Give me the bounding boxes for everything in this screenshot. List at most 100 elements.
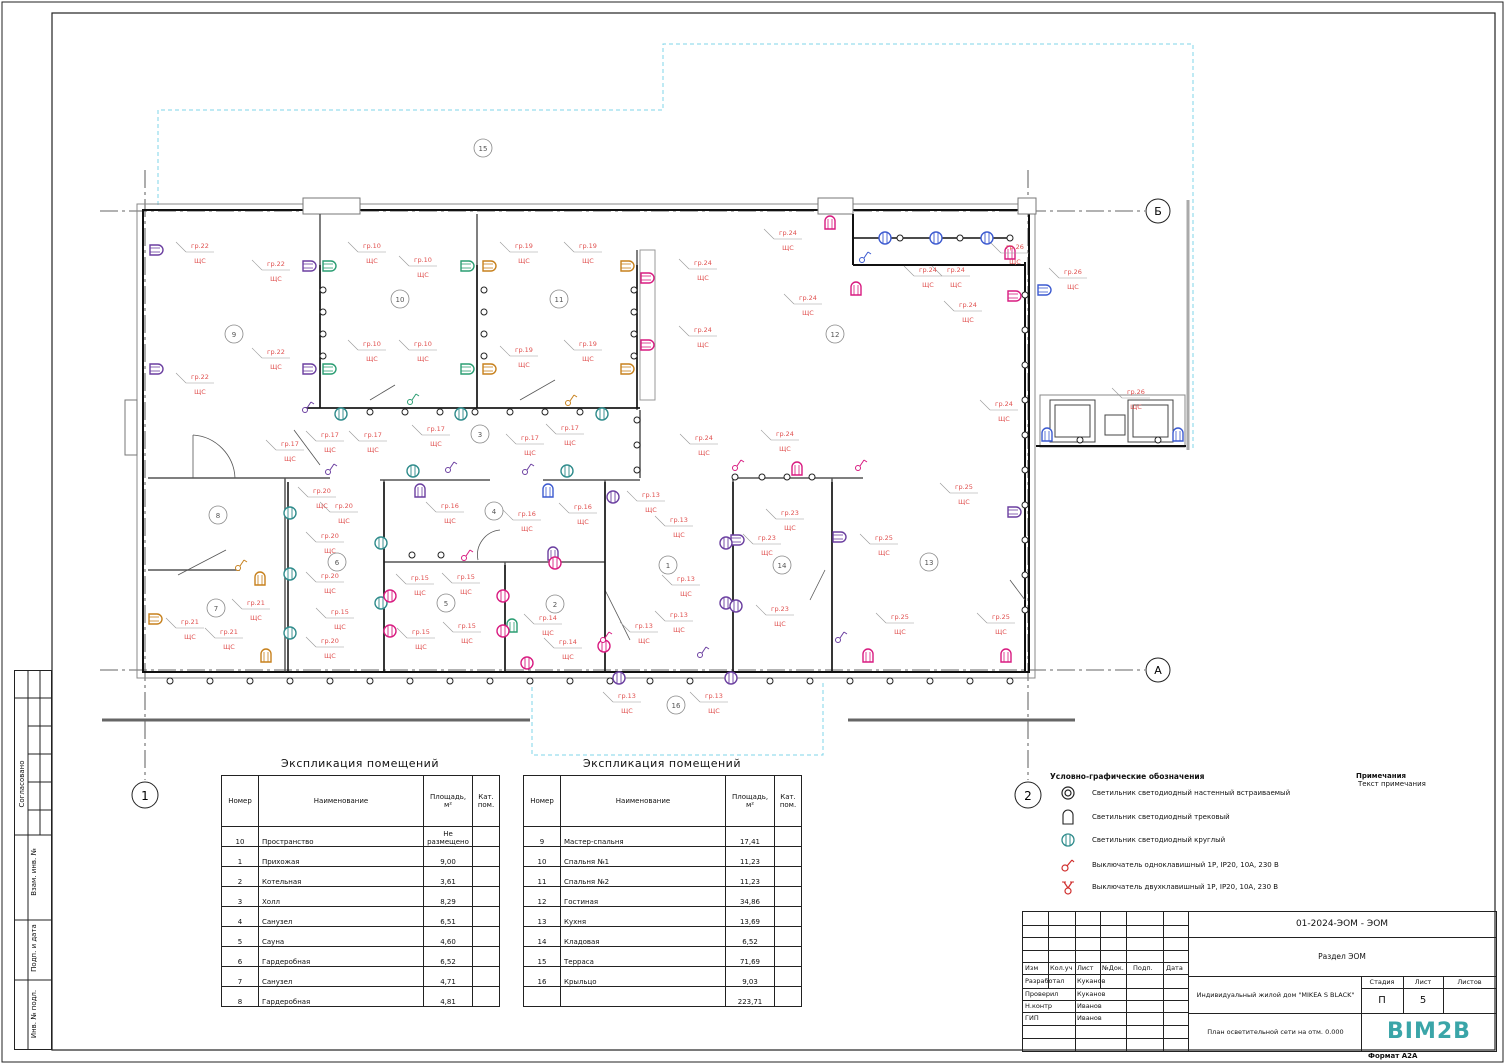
table-row: 4 Санузел 6,51 xyxy=(221,906,500,927)
wall-light-marker xyxy=(319,308,327,316)
cell-cat xyxy=(472,926,500,947)
cell-num: 12 xyxy=(523,886,561,907)
project-name: Индивидуальный жилой дом "MIKEA S BLACK" xyxy=(1196,991,1355,999)
wall-light-marker xyxy=(486,677,494,685)
track-light xyxy=(302,363,317,375)
wall-light-marker xyxy=(437,551,445,559)
side-stamp: Согласовано Взам. инв. № Подп. и дата Ин… xyxy=(14,670,52,1050)
col-data: Дата xyxy=(1166,964,1183,972)
cell-cat xyxy=(472,886,500,907)
wall-light-marker xyxy=(630,286,638,294)
wall-light-marker xyxy=(808,473,816,481)
switch xyxy=(835,631,848,643)
panel-label: ЩС xyxy=(518,257,530,265)
panel-label: ЩС xyxy=(1009,258,1021,266)
cell-name: Крыльцо xyxy=(560,966,726,987)
room-number: 7 xyxy=(214,605,218,613)
fixture-group-label: гр.13 xyxy=(670,611,688,619)
cell-num: 1 xyxy=(221,846,259,867)
panel-label: ЩС xyxy=(324,587,336,595)
panel-label: ЩС xyxy=(621,707,633,715)
panel-label: ЩС xyxy=(761,549,773,557)
fixture-group-label: гр.21 xyxy=(220,628,238,636)
cell-area: 9,03 xyxy=(725,966,775,987)
title-block: 01-2024-ЭОМ - ЭОМ Раздел ЭОМ Индивидуаль… xyxy=(1022,911,1497,1052)
cell-cat xyxy=(774,886,802,907)
role-name: Иванов xyxy=(1077,1014,1102,1022)
wall-light-marker xyxy=(1154,436,1162,444)
cell-num: 14 xyxy=(523,926,561,947)
wall-light-marker xyxy=(286,677,294,685)
panel-label: ЩС xyxy=(582,257,594,265)
track-light xyxy=(620,260,635,272)
panel-label: ЩС xyxy=(415,643,427,651)
track-light-icon xyxy=(1050,808,1086,826)
cell-name: Сауна xyxy=(258,926,424,947)
cell-name: Мастер-спальня xyxy=(560,826,726,847)
round-light xyxy=(383,624,397,638)
round-light-icon xyxy=(1050,831,1086,849)
round-light xyxy=(334,407,348,421)
panel-label: ЩС xyxy=(995,628,1007,636)
panel-label: ЩС xyxy=(782,244,794,252)
cell-area: 4,71 xyxy=(423,966,473,987)
cell-name: Спальня №1 xyxy=(560,846,726,867)
round-light xyxy=(595,407,609,421)
room-number: 6 xyxy=(335,559,340,567)
fixture-group-label: гр.25 xyxy=(992,613,1010,621)
fixture-group-label: гр.24 xyxy=(695,434,713,442)
wall-light-marker xyxy=(783,473,791,481)
switch xyxy=(235,559,248,571)
cell-name: Санузел xyxy=(258,906,424,927)
fixture-group-label: гр.23 xyxy=(781,509,799,517)
fixture-group-label: гр.19 xyxy=(515,346,533,354)
wall-light-marker xyxy=(1006,234,1014,242)
wall-light-marker xyxy=(1021,536,1029,544)
panel-label: ЩС xyxy=(680,590,692,598)
wall-light-marker xyxy=(319,330,327,338)
wiring xyxy=(142,237,1025,673)
legend: Условно-графические обозначения Светильн… xyxy=(1050,772,1350,895)
wall-light-marker xyxy=(166,677,174,685)
panel-label: ЩС xyxy=(338,517,350,525)
track-light xyxy=(850,281,862,296)
terrace-outline xyxy=(157,43,1194,756)
panel-label: ЩС xyxy=(562,653,574,661)
track-light xyxy=(542,483,554,498)
role: Н.контр xyxy=(1025,1002,1053,1010)
cell-name: Кухня xyxy=(560,906,726,927)
table-row: 7 Санузел 4,71 xyxy=(221,966,500,987)
cell-name: Прихожая xyxy=(258,846,424,867)
cell-cat xyxy=(472,946,500,967)
track-light xyxy=(730,534,745,546)
round-light xyxy=(929,231,943,245)
fixture-group-label: гр.19 xyxy=(579,340,597,348)
panel-label: ЩС xyxy=(564,439,576,447)
panel-label: ЩС xyxy=(645,506,657,514)
cell-cat xyxy=(472,866,500,887)
panel-label: ЩС xyxy=(779,445,791,453)
round-light xyxy=(283,506,297,520)
room-number: 11 xyxy=(555,296,564,304)
role-name: Иванов xyxy=(1077,1002,1102,1010)
legend-item: Светильник светодиодный настенный встраи… xyxy=(1050,784,1350,802)
fixture-group-label: гр.19 xyxy=(579,242,597,250)
cell-area: 6,52 xyxy=(423,946,473,967)
track-light xyxy=(148,613,163,625)
fixture-group-label: гр.26 xyxy=(1006,243,1024,251)
panel-label: ЩС xyxy=(417,355,429,363)
track-light xyxy=(620,363,635,375)
header-category: Кат. пом. xyxy=(774,775,802,827)
wall-light-marker xyxy=(630,330,638,338)
cell-num: 2 xyxy=(221,866,259,887)
room-number: 8 xyxy=(216,512,220,520)
cell-area: 71,69 xyxy=(725,946,775,967)
fixture-group-label: гр.25 xyxy=(875,534,893,542)
stage-header: Стадия xyxy=(1369,978,1395,986)
cell-name: Пространство xyxy=(258,826,424,847)
panel-label: ЩС xyxy=(444,517,456,525)
axis-label-1: 1 xyxy=(141,789,149,803)
panel-label: ЩС xyxy=(673,626,685,634)
sheet-title: План осветительной сети на отм. 0.000 xyxy=(1207,1028,1344,1036)
switch xyxy=(522,463,535,475)
